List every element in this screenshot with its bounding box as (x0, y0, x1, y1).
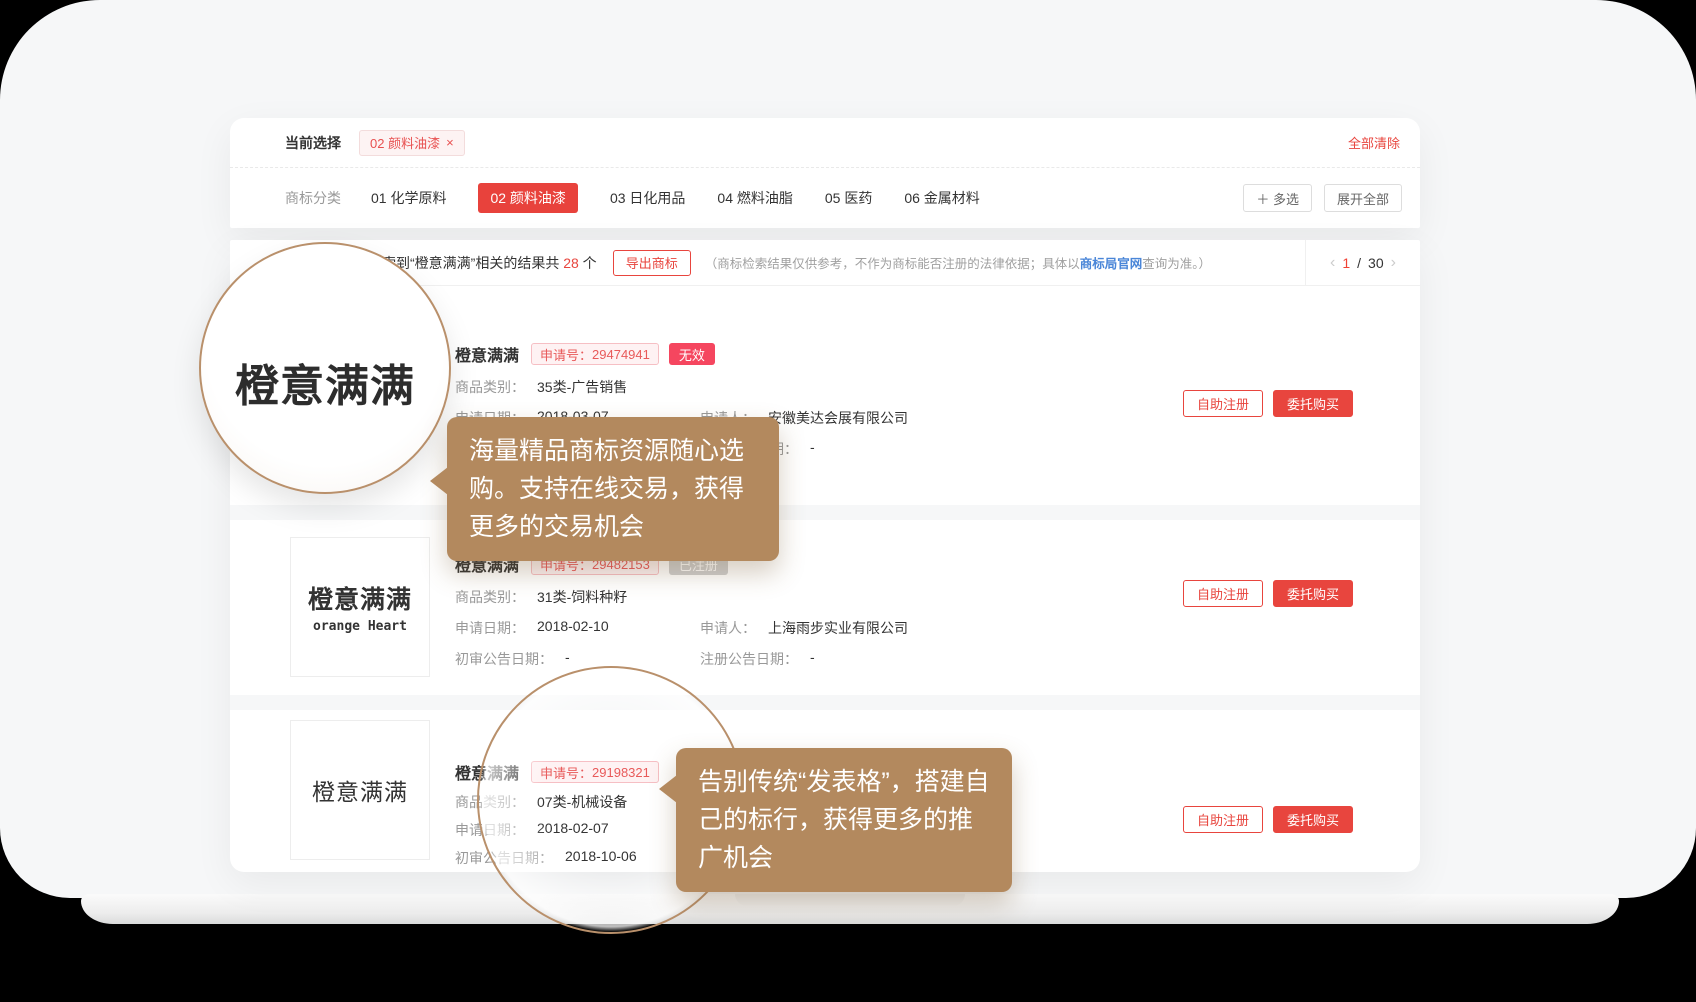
application-number-value: 29474941 (592, 347, 650, 362)
row-actions: 自助注册 委托购买 (1183, 390, 1353, 417)
category-field-label: 商品类别： (455, 587, 525, 607)
pagination-current: 1 (1342, 255, 1350, 271)
entrust-buy-button[interactable]: 委托购买 (1273, 580, 1353, 607)
pagination-next-icon[interactable]: › (1391, 254, 1396, 272)
export-trademark-button[interactable]: 导出商标 (613, 250, 691, 276)
apply-date-label: 申请日期： (455, 820, 525, 840)
tooltip-marketplace: 海量精品商标资源随心选购。支持在线交易，获得更多的交易机会 (447, 417, 779, 561)
first-publication-value: 2018-10-06 (565, 848, 637, 868)
magnifier-circle-1: 橙意满满 (199, 242, 451, 494)
entrust-buy-button[interactable]: 委托购买 (1273, 806, 1353, 833)
applicant-label: 申请人： (700, 618, 756, 638)
thumbnail-subtext: orange Heart (313, 619, 407, 634)
application-number-label: 申请号： (540, 763, 592, 782)
pagination-prev-icon[interactable]: ‹ (1330, 254, 1335, 272)
disclaimer-post: 查询为准。） (1142, 257, 1211, 271)
first-publication-value: - (565, 649, 570, 669)
trademark-office-link[interactable]: 商标局官网 (1080, 257, 1143, 271)
page: 当前选择 02 颜料油漆 × 全部清除 商标分类 01 化学原料 02 颜料油漆… (0, 0, 1696, 1002)
results-summary-unit: 个 (579, 255, 597, 271)
registration-publication-label: 注册公告日期： (700, 649, 798, 669)
trademark-name[interactable]: 橙意满满 (455, 342, 519, 366)
applicant-value: 上海雨步实业有限公司 (768, 618, 908, 638)
pagination: ‹ 1 / 30 › (1305, 240, 1420, 286)
category-field-value: 35类-广告销售 (537, 377, 627, 397)
entrust-buy-button[interactable]: 委托购买 (1273, 390, 1353, 417)
registration-publication-value: - (810, 439, 815, 459)
category-item-04[interactable]: 04 燃料油脂 (717, 183, 792, 213)
thumbnail-text: 橙意满满 (312, 773, 408, 807)
apply-date-value: 2018-02-10 (537, 618, 609, 638)
first-publication-label: 初审公告日期： (455, 848, 553, 868)
result-details: 橙意满满 申请号：29482153 已注册 商品类别：31类-饲料种籽 申请日期… (455, 552, 908, 669)
category-item-06[interactable]: 06 金属材料 (904, 183, 979, 213)
category-label: 商标分类 (285, 188, 341, 208)
current-selection-label: 当前选择 (285, 133, 341, 153)
apply-date-label: 申请日期： (455, 618, 525, 638)
tooltip-marketplace-text: 海量精品商标资源随心选购。支持在线交易，获得更多的交易机会 (469, 437, 744, 541)
apply-date-value: 2018-02-07 (537, 820, 609, 840)
trademark-name[interactable]: 橙意满满 (455, 760, 519, 784)
first-publication-label: 初审公告日期： (455, 649, 553, 669)
thumbnail-text: 橙意满满 (308, 580, 412, 616)
self-register-button[interactable]: 自助注册 (1183, 390, 1263, 417)
tooltip-promotion: 告别传统“发表格”，搭建自己的标行，获得更多的推广机会 (676, 748, 1012, 892)
registration-publication-value: - (810, 649, 815, 669)
pagination-total: 30 (1368, 255, 1384, 271)
selected-filter-tag-text: 02 颜料油漆 (370, 133, 440, 152)
self-register-button[interactable]: 自助注册 (1183, 580, 1263, 607)
filter-panel: 当前选择 02 颜料油漆 × 全部清除 商标分类 01 化学原料 02 颜料油漆… (230, 118, 1420, 228)
filter-buttons: ＋ 多选 展开全部 (1243, 184, 1402, 212)
selected-filter-tag[interactable]: 02 颜料油漆 × (359, 130, 465, 156)
results-count: 28 (563, 255, 579, 271)
disclaimer-text: （商标检索结果仅供参考，不作为商标能否注册的法律依据；具体以商标局官网查询为准。… (705, 253, 1211, 272)
category-row: 商标分类 01 化学原料 02 颜料油漆 03 日化用品 04 燃料油脂 05 … (230, 168, 1420, 228)
category-field-label: 商品类别： (455, 792, 525, 812)
close-icon[interactable]: × (446, 135, 454, 150)
trademark-thumbnail[interactable]: 橙意满满 orange Heart (290, 537, 430, 677)
multi-select-button[interactable]: ＋ 多选 (1243, 184, 1312, 212)
category-field-value: 07类-机械设备 (537, 792, 627, 812)
application-number-tag: 申请号：29474941 (531, 343, 659, 365)
application-number-label: 申请号： (540, 345, 592, 364)
category-item-02-active[interactable]: 02 颜料油漆 (478, 183, 577, 213)
tooltip-promotion-text: 告别传统“发表格”，搭建自己的标行，获得更多的推广机会 (698, 768, 990, 872)
row-divider (230, 505, 1420, 520)
status-badge: 无效 (669, 343, 715, 365)
category-field-value: 31类-饲料种籽 (537, 587, 627, 607)
row-actions: 自助注册 委托购买 (1183, 580, 1353, 607)
row-divider (230, 695, 1420, 710)
category-field-label: 商品类别： (455, 377, 525, 397)
application-number-value: 29198321 (592, 765, 650, 780)
disclaimer-pre: （商标检索结果仅供参考，不作为商标能否注册的法律依据；具体以 (705, 257, 1080, 271)
category-item-03[interactable]: 03 日化用品 (610, 183, 685, 213)
application-number-tag: 申请号：29198321 (531, 761, 659, 783)
category-item-05[interactable]: 05 医药 (825, 183, 872, 213)
magnified-trademark-text: 橙意满满 (235, 350, 415, 414)
applicant-value: 安徽美达会展有限公司 (768, 408, 908, 428)
row-actions: 自助注册 委托购买 (1183, 806, 1353, 833)
pagination-separator: / (1357, 255, 1361, 271)
category-item-01[interactable]: 01 化学原料 (371, 183, 446, 213)
clear-all-button[interactable]: 全部清除 (1348, 133, 1400, 152)
trademark-thumbnail[interactable]: 橙意满满 (290, 720, 430, 860)
laptop-base (81, 894, 1619, 924)
laptop-base-notch (735, 894, 965, 906)
expand-all-button[interactable]: 展开全部 (1324, 184, 1402, 212)
self-register-button[interactable]: 自助注册 (1183, 806, 1263, 833)
result-row-2: 橙意满满 orange Heart 橙意满满 申请号：29482153 已注册 … (230, 520, 1420, 695)
current-selection-row: 当前选择 02 颜料油漆 × 全部清除 (230, 118, 1420, 168)
